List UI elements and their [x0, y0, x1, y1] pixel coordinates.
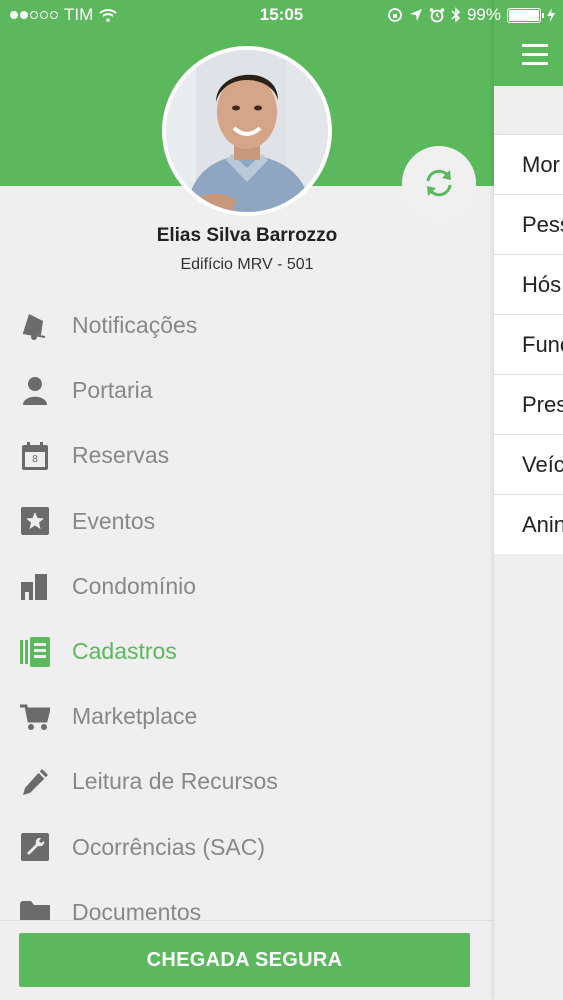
pencil-icon	[20, 767, 50, 797]
cart-icon	[20, 702, 50, 732]
bluetooth-icon	[451, 7, 461, 23]
menu-item-reservas[interactable]: 8 Reservas	[0, 423, 494, 488]
battery-icon	[507, 7, 544, 23]
menu-item-label: Notificações	[72, 312, 198, 339]
wrench-icon	[20, 832, 50, 862]
menu-item-label: Leitura de Recursos	[72, 768, 278, 795]
battery-percentage: 99%	[466, 5, 501, 24]
main-panel-list: Mor Pess Hós Func Pres Veíc Anin	[494, 134, 563, 554]
list-item[interactable]: Anin	[494, 494, 563, 554]
main-panel: Mor Pess Hós Func Pres Veíc Anin	[494, 0, 563, 1000]
calendar-day: 8	[32, 453, 38, 465]
menu-icon[interactable]	[522, 44, 548, 71]
menu-item-eventos[interactable]: Eventos	[0, 489, 494, 554]
menu-item-cadastros[interactable]: Cadastros	[0, 619, 494, 684]
profile-photo-illustration	[166, 50, 328, 212]
calendar-icon: 8	[20, 441, 50, 471]
bell-icon	[20, 311, 50, 341]
list-item[interactable]: Pess	[494, 194, 563, 254]
star-icon	[20, 506, 50, 536]
menu-item-label: Eventos	[72, 507, 156, 534]
menu-item-marketplace[interactable]: Marketplace	[0, 684, 494, 749]
app-screen: Elias Silva Barrozzo Edifício MRV - 501 …	[0, 0, 563, 1000]
drawer-footer: CHEGADA SEGURA	[0, 920, 494, 1000]
menu-item-label: Condomínio	[72, 572, 197, 599]
menu-item-leitura-de-recursos[interactable]: Leitura de Recursos	[0, 749, 494, 814]
user-name: Elias Silva Barrozzo	[156, 225, 338, 246]
alarm-icon	[429, 8, 445, 23]
menu-item-label: Ocorrências (SAC)	[72, 833, 265, 860]
menu-item-portaria[interactable]: Portaria	[0, 358, 494, 423]
drawer-menu: Notificações Portaria 8 Reservas Eventos…	[0, 293, 494, 945]
orientation-lock-icon	[388, 8, 402, 22]
menu-item-condominio[interactable]: Condomínio	[0, 554, 494, 619]
battery-level	[509, 9, 539, 21]
status-bar: TIM 15:05 99%	[0, 0, 563, 30]
profile-photo	[166, 50, 328, 212]
menu-item-label: Marketplace	[72, 703, 198, 730]
register-icon	[20, 636, 50, 667]
menu-item-label: Reservas	[72, 442, 170, 469]
chegada-segura-button[interactable]: CHEGADA SEGURA	[19, 933, 470, 987]
menu-item-label: Cadastros	[72, 638, 177, 665]
user-building-unit: Edifício MRV - 501	[180, 256, 314, 273]
building-icon	[20, 571, 50, 601]
list-item[interactable]: Func	[494, 314, 563, 374]
person-icon	[20, 376, 50, 406]
charging-icon	[547, 8, 555, 22]
status-bar-right: 99%	[387, 5, 555, 25]
sync-button[interactable]	[402, 146, 476, 220]
list-item[interactable]: Mor	[494, 134, 563, 194]
sync-icon	[426, 169, 452, 197]
menu-item-notificacoes[interactable]: Notificações	[0, 293, 494, 358]
menu-item-ocorrencias[interactable]: Ocorrências (SAC)	[0, 815, 494, 880]
menu-item-label: Portaria	[72, 377, 153, 404]
side-drawer: Elias Silva Barrozzo Edifício MRV - 501 …	[0, 0, 494, 1000]
avatar[interactable]	[162, 46, 332, 216]
list-item[interactable]: Pres	[494, 374, 563, 434]
list-item[interactable]: Veíc	[494, 434, 563, 494]
list-item[interactable]: Hós	[494, 254, 563, 314]
location-icon	[409, 9, 422, 21]
